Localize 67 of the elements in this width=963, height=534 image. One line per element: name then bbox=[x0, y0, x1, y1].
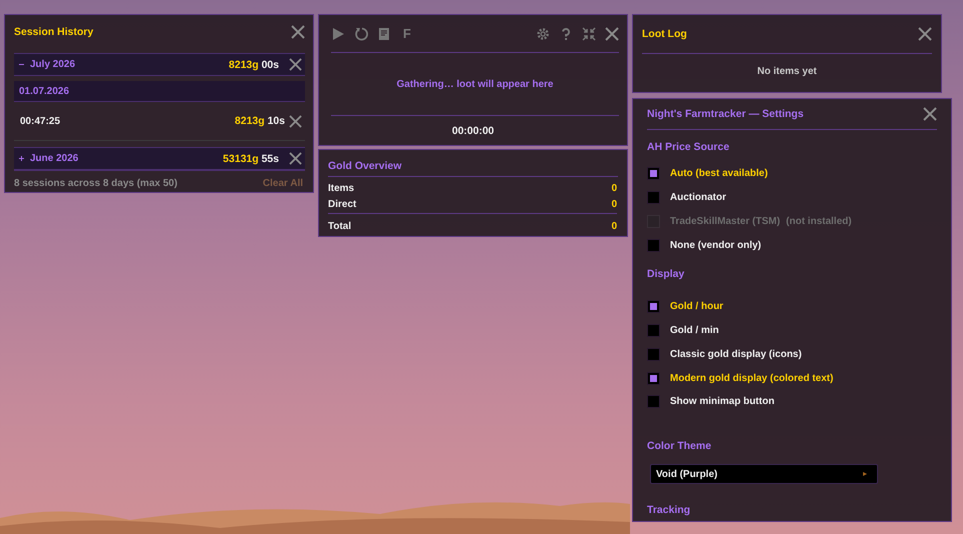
close-icon[interactable] bbox=[605, 26, 619, 40]
delete-button[interactable] bbox=[289, 114, 302, 128]
option-label: Auctionator bbox=[670, 192, 726, 202]
month-row[interactable]: June 2026 53131g 55s bbox=[14, 147, 305, 170]
day-label: 01.07.2026 bbox=[19, 86, 70, 96]
month-row[interactable]: July 2026 8213g 00s bbox=[14, 53, 305, 76]
row-value: 0 bbox=[611, 182, 617, 194]
reset-icon[interactable] bbox=[354, 26, 368, 40]
toggle-icon bbox=[19, 62, 24, 67]
option-label: Gold / hour bbox=[670, 300, 724, 312]
month-label: June 2026 bbox=[30, 153, 78, 164]
checkbox[interactable] bbox=[647, 348, 660, 360]
checkbox[interactable] bbox=[647, 324, 660, 336]
option-label: Auto (best available) bbox=[670, 168, 768, 178]
session-row[interactable]: 00:47:25 8213g 10s bbox=[14, 102, 305, 141]
session-timer: 00:00:00 bbox=[452, 125, 494, 137]
money-remainder: 55s bbox=[261, 152, 279, 164]
section-heading: Tracking bbox=[647, 504, 690, 516]
session-duration: 00:47:25 bbox=[20, 116, 60, 126]
total-label: Total bbox=[328, 220, 352, 232]
window-title: Gold Overview bbox=[328, 160, 402, 172]
checkbox[interactable] bbox=[647, 372, 660, 384]
status-message: Gathering… loot will appear here bbox=[396, 78, 554, 90]
settings-icon[interactable] bbox=[536, 26, 550, 40]
empty-message: No items yet bbox=[757, 66, 817, 77]
sessions-summary: 8 sessions across 8 days (max 50) bbox=[14, 178, 178, 189]
option-label: TradeSkillMaster (TSM) bbox=[670, 216, 780, 226]
section-heading: Display bbox=[647, 268, 684, 280]
checkbox[interactable] bbox=[647, 238, 660, 252]
play-icon[interactable] bbox=[331, 26, 345, 40]
window-title: Night's Farmtracker — Settings bbox=[647, 108, 804, 120]
theme-dropdown[interactable]: Void (Purple) bbox=[650, 464, 878, 484]
close-button[interactable] bbox=[291, 25, 305, 39]
checkbox[interactable] bbox=[647, 300, 660, 312]
help-icon[interactable] bbox=[559, 26, 573, 40]
close-button[interactable] bbox=[923, 107, 937, 121]
option-label: Modern gold display (colored text) bbox=[670, 372, 834, 384]
option-label: Classic gold display (icons) bbox=[670, 348, 802, 360]
total-value: 0 bbox=[611, 220, 617, 232]
section-heading: AH Price Source bbox=[647, 141, 730, 153]
money-amount: 8213g bbox=[228, 58, 259, 70]
money-amount: 53131g bbox=[222, 152, 259, 164]
collapse-icon[interactable] bbox=[582, 26, 596, 40]
checkbox[interactable] bbox=[647, 166, 660, 180]
document-icon[interactable] bbox=[377, 26, 391, 40]
row-value: 0 bbox=[611, 198, 617, 210]
money-amount: 8213g bbox=[234, 115, 265, 127]
window-title: Session History bbox=[14, 26, 94, 38]
row-label: Direct bbox=[328, 198, 356, 210]
checkbox[interactable] bbox=[647, 394, 660, 408]
toggle-icon bbox=[19, 156, 24, 161]
money-remainder: 00s bbox=[261, 58, 279, 70]
money-remainder: 10s bbox=[267, 115, 285, 127]
close-button[interactable] bbox=[918, 27, 932, 41]
dropdown-arrow-icon bbox=[863, 472, 867, 476]
checkbox[interactable] bbox=[647, 190, 660, 204]
option-label: None (vendor only) bbox=[670, 240, 762, 250]
month-label: July 2026 bbox=[30, 59, 76, 70]
row-label: Items bbox=[328, 182, 354, 194]
day-row[interactable]: 01.07.2026 bbox=[14, 81, 305, 102]
delete-button[interactable] bbox=[289, 58, 302, 71]
option-label: Gold / min bbox=[670, 324, 719, 336]
option-note: (not installed) bbox=[786, 216, 852, 226]
window-title: Loot Log bbox=[642, 28, 687, 40]
option-label: Show minimap button bbox=[670, 396, 774, 406]
section-heading: Color Theme bbox=[647, 440, 712, 452]
delete-button[interactable] bbox=[289, 152, 302, 165]
